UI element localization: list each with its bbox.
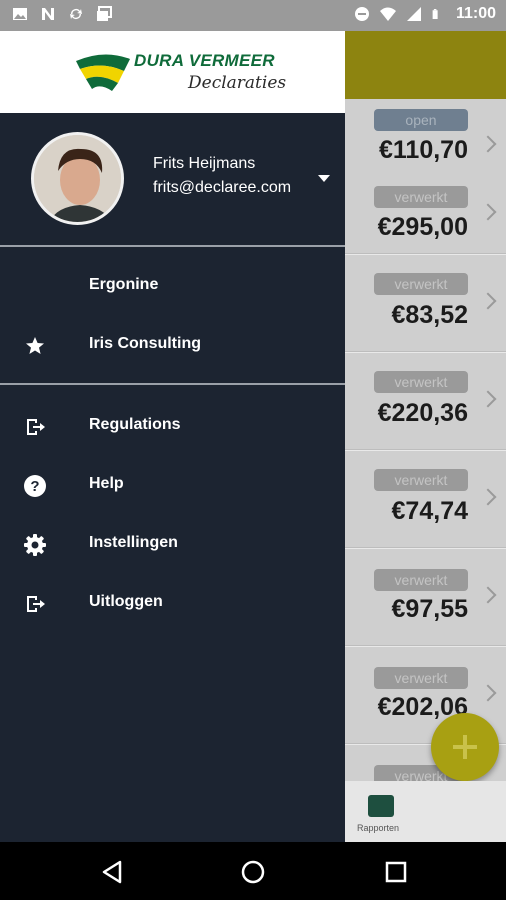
user-name: Frits Heijmans	[153, 155, 256, 172]
company-item-ergonine[interactable]: Ergonine	[0, 258, 345, 314]
avatar[interactable]	[31, 132, 124, 225]
status-badge: verwerkt	[374, 469, 468, 491]
logo-subtitle: Declaraties	[188, 73, 287, 93]
wifi-icon	[379, 7, 396, 21]
status-badge: verwerkt	[374, 667, 468, 689]
battery-icon	[432, 9, 438, 19]
brand-logo: DURA VERMEER Declaraties	[0, 31, 345, 113]
amount: €295,00	[377, 213, 468, 241]
menu-item-regulations[interactable]: Regulations	[0, 398, 345, 454]
logo-title: DURA VERMEER	[134, 51, 275, 70]
account-dropdown-icon[interactable]	[318, 175, 330, 182]
status-badge: verwerkt	[374, 186, 468, 208]
chevron-right-icon	[479, 684, 497, 702]
amount: €83,52	[391, 301, 468, 329]
user-email: frits@declaree.com	[153, 179, 292, 196]
divider	[0, 245, 345, 247]
image-icon	[13, 8, 27, 20]
logout-icon	[27, 596, 45, 612]
amount: €220,36	[377, 399, 468, 427]
archive-icon	[368, 795, 394, 817]
chevron-right-icon	[479, 488, 497, 506]
clock: 11:00	[455, 5, 496, 22]
chevron-right-icon	[479, 292, 497, 310]
do-not-disturb-icon	[354, 7, 369, 21]
company-item-iris-consulting[interactable]: Iris Consulting	[0, 317, 345, 373]
status-badge: verwerkt	[374, 273, 468, 295]
menu-label: Regulations	[89, 416, 181, 433]
menu-item-instellingen[interactable]: Instellingen	[0, 516, 345, 572]
menu-item-uitloggen[interactable]: Uitloggen	[0, 575, 345, 631]
amount: €97,55	[391, 595, 468, 623]
svg-text:?: ?	[30, 478, 39, 495]
sync-icon	[70, 8, 82, 19]
chevron-right-icon	[479, 586, 497, 604]
person-photo	[34, 135, 121, 222]
recents-icon[interactable]	[382, 858, 410, 886]
status-badge: verwerkt	[374, 371, 468, 393]
gear-icon	[24, 534, 46, 556]
status-badge: open	[374, 109, 468, 131]
exit-icon	[27, 419, 45, 435]
help-icon: ?	[24, 475, 46, 497]
back-icon[interactable]	[98, 858, 126, 886]
chevron-right-icon	[479, 135, 497, 153]
chevron-right-icon	[479, 203, 497, 221]
company-label: Ergonine	[89, 276, 159, 293]
add-declaration-button[interactable]	[431, 713, 499, 781]
chevron-right-icon	[479, 390, 497, 408]
star-icon	[26, 337, 44, 354]
notification-icons	[12, 6, 112, 22]
menu-item-help[interactable]: ? Help	[0, 457, 345, 513]
tab-rapporten[interactable]: Rapporten	[345, 781, 506, 842]
company-label: Iris Consulting	[89, 335, 201, 352]
home-icon[interactable]	[239, 858, 267, 886]
menu-label: Uitloggen	[89, 593, 163, 610]
tab-label: Rapporten	[357, 823, 400, 833]
amount: €110,70	[379, 136, 468, 164]
divider	[0, 383, 345, 385]
system-navigation-bar	[0, 842, 506, 900]
navigation-drawer: DURA VERMEER Declaraties Frits Heijmans …	[0, 31, 345, 842]
dura-vermeer-logo-icon	[76, 54, 130, 91]
signal-icon	[406, 7, 421, 21]
n-icon	[42, 8, 54, 20]
photo-stack-icon	[97, 6, 112, 21]
status-bar: 11:00	[0, 0, 506, 31]
status-badge: verwerkt	[374, 569, 468, 591]
menu-label: Instellingen	[89, 534, 178, 551]
menu-label: Help	[89, 475, 124, 492]
amount: €74,74	[391, 497, 468, 525]
